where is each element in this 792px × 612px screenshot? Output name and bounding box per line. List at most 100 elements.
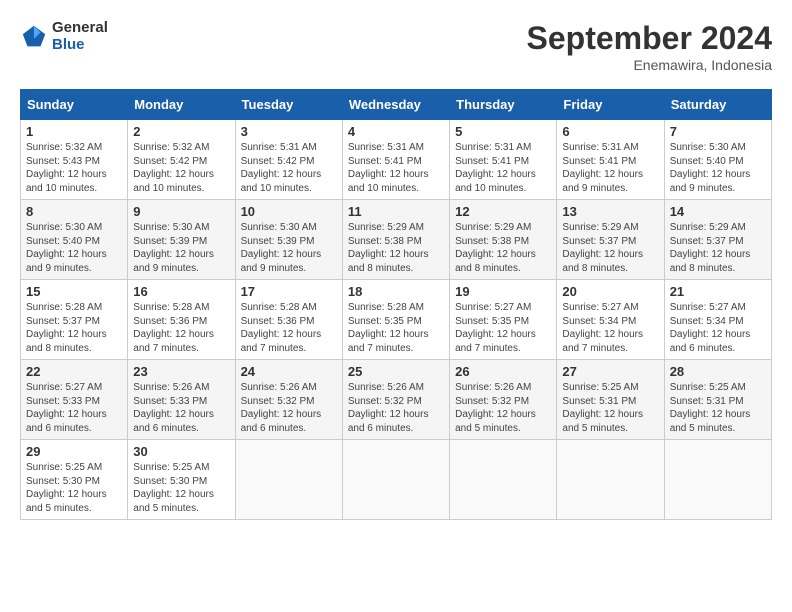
logo-text: General Blue: [52, 20, 108, 53]
day-info: Sunrise: 5:25 AM Sunset: 5:31 PM Dayligh…: [670, 381, 766, 435]
calendar-cell: 20Sunrise: 5:27 AM Sunset: 5:34 PM Dayli…: [557, 280, 664, 360]
day-info: Sunrise: 5:26 AM Sunset: 5:33 PM Dayligh…: [133, 381, 229, 435]
day-info: Sunrise: 5:26 AM Sunset: 5:32 PM Dayligh…: [348, 381, 444, 435]
day-number: 18: [348, 284, 444, 299]
day-number: 17: [241, 284, 337, 299]
calendar-cell: [450, 440, 557, 520]
day-info: Sunrise: 5:29 AM Sunset: 5:37 PM Dayligh…: [670, 221, 766, 275]
calendar-cell: [235, 440, 342, 520]
day-info: Sunrise: 5:28 AM Sunset: 5:36 PM Dayligh…: [241, 301, 337, 355]
calendar-cell: 13 Sunrise: 5:29 AM Sunset: 5:37 PM Dayli…: [557, 200, 664, 280]
calendar-cell: 10 Sunrise: 5:30 AM Sunset: 5:39 PM Dayli…: [235, 200, 342, 280]
day-info: Sunrise: 5:28 AM Sunset: 5:36 PM Dayligh…: [133, 301, 229, 355]
day-number: 4: [348, 124, 444, 139]
day-number: 10: [241, 204, 337, 219]
calendar-cell: 23 Sunrise: 5:26 AM Sunset: 5:33 PM Dayli…: [128, 360, 235, 440]
calendar-week-row: 22 Sunrise: 5:27 AM Sunset: 5:33 PM Dayli…: [21, 360, 772, 440]
calendar-week-row: 15 Sunrise: 5:28 AM Sunset: 5:37 PM Dayli…: [21, 280, 772, 360]
day-number: 8: [26, 204, 122, 219]
day-number: 22: [26, 364, 122, 379]
day-number: 23: [133, 364, 229, 379]
day-info: Sunrise: 5:29 AM Sunset: 5:37 PM Dayligh…: [562, 221, 658, 275]
day-info: Sunrise: 5:31 AM Sunset: 5:41 PM Dayligh…: [348, 141, 444, 195]
calendar-cell: 17 Sunrise: 5:28 AM Sunset: 5:36 PM Dayli…: [235, 280, 342, 360]
day-info: Sunrise: 5:30 AM Sunset: 5:40 PM Dayligh…: [670, 141, 766, 195]
day-number: 15: [26, 284, 122, 299]
day-info: Sunrise: 5:30 AM Sunset: 5:40 PM Dayligh…: [26, 221, 122, 275]
day-info: Sunrise: 5:27 AM Sunset: 5:33 PM Dayligh…: [26, 381, 122, 435]
calendar-cell: 26Sunrise: 5:26 AM Sunset: 5:32 PM Dayli…: [450, 360, 557, 440]
calendar-week-row: 29 Sunrise: 5:25 AM Sunset: 5:30 PM Dayli…: [21, 440, 772, 520]
calendar-cell: 22 Sunrise: 5:27 AM Sunset: 5:33 PM Dayli…: [21, 360, 128, 440]
calendar-cell: 3Sunrise: 5:31 AM Sunset: 5:42 PM Daylig…: [235, 120, 342, 200]
calendar-cell: [342, 440, 449, 520]
day-number: 29: [26, 444, 122, 459]
day-info: Sunrise: 5:25 AM Sunset: 5:31 PM Dayligh…: [562, 381, 658, 435]
day-info: Sunrise: 5:30 AM Sunset: 5:39 PM Dayligh…: [133, 221, 229, 275]
calendar-cell: 25Sunrise: 5:26 AM Sunset: 5:32 PM Dayli…: [342, 360, 449, 440]
day-info: Sunrise: 5:30 AM Sunset: 5:39 PM Dayligh…: [241, 221, 337, 275]
day-number: 5: [455, 124, 551, 139]
day-info: Sunrise: 5:28 AM Sunset: 5:37 PM Dayligh…: [26, 301, 122, 355]
day-number: 13: [562, 204, 658, 219]
header-tuesday: Tuesday: [235, 90, 342, 120]
logo: General Blue: [20, 20, 108, 53]
calendar-header-row: SundayMondayTuesdayWednesdayThursdayFrid…: [21, 90, 772, 120]
page-header: General Blue September 2024 Enemawira, I…: [20, 20, 772, 73]
day-info: Sunrise: 5:31 AM Sunset: 5:41 PM Dayligh…: [455, 141, 551, 195]
header-sunday: Sunday: [21, 90, 128, 120]
day-info: Sunrise: 5:25 AM Sunset: 5:30 PM Dayligh…: [133, 461, 229, 515]
calendar-cell: 16 Sunrise: 5:28 AM Sunset: 5:36 PM Dayli…: [128, 280, 235, 360]
calendar-week-row: 8 Sunrise: 5:30 AM Sunset: 5:40 PM Daylig…: [21, 200, 772, 280]
calendar-cell: 30 Sunrise: 5:25 AM Sunset: 5:30 PM Dayli…: [128, 440, 235, 520]
calendar-cell: 14 Sunrise: 5:29 AM Sunset: 5:37 PM Dayli…: [664, 200, 771, 280]
header-friday: Friday: [557, 90, 664, 120]
day-number: 19: [455, 284, 551, 299]
day-number: 9: [133, 204, 229, 219]
calendar-cell: 29 Sunrise: 5:25 AM Sunset: 5:30 PM Dayli…: [21, 440, 128, 520]
day-info: Sunrise: 5:29 AM Sunset: 5:38 PM Dayligh…: [455, 221, 551, 275]
day-info: Sunrise: 5:25 AM Sunset: 5:30 PM Dayligh…: [26, 461, 122, 515]
day-info: Sunrise: 5:31 AM Sunset: 5:42 PM Dayligh…: [241, 141, 337, 195]
calendar-cell: 28 Sunrise: 5:25 AM Sunset: 5:31 PM Dayli…: [664, 360, 771, 440]
day-info: Sunrise: 5:27 AM Sunset: 5:35 PM Dayligh…: [455, 301, 551, 355]
calendar-cell: 11Sunrise: 5:29 AM Sunset: 5:38 PM Dayli…: [342, 200, 449, 280]
day-number: 26: [455, 364, 551, 379]
calendar-cell: 18 Sunrise: 5:28 AM Sunset: 5:35 PM Dayli…: [342, 280, 449, 360]
day-number: 12: [455, 204, 551, 219]
calendar-cell: [664, 440, 771, 520]
calendar-cell: 27 Sunrise: 5:25 AM Sunset: 5:31 PM Dayli…: [557, 360, 664, 440]
day-number: 27: [562, 364, 658, 379]
logo-general: General: [52, 20, 108, 37]
day-info: Sunrise: 5:29 AM Sunset: 5:38 PM Dayligh…: [348, 221, 444, 275]
day-number: 28: [670, 364, 766, 379]
calendar-table: SundayMondayTuesdayWednesdayThursdayFrid…: [20, 89, 772, 520]
month-title: September 2024: [527, 20, 772, 57]
logo-blue: Blue: [52, 37, 108, 54]
logo-icon: [20, 23, 48, 51]
day-number: 14: [670, 204, 766, 219]
calendar-cell: 1Sunrise: 5:32 AM Sunset: 5:43 PM Daylig…: [21, 120, 128, 200]
calendar-cell: 4 Sunrise: 5:31 AM Sunset: 5:41 PM Daylig…: [342, 120, 449, 200]
calendar-cell: 19 Sunrise: 5:27 AM Sunset: 5:35 PM Dayli…: [450, 280, 557, 360]
header-wednesday: Wednesday: [342, 90, 449, 120]
day-info: Sunrise: 5:28 AM Sunset: 5:35 PM Dayligh…: [348, 301, 444, 355]
calendar-cell: 8 Sunrise: 5:30 AM Sunset: 5:40 PM Daylig…: [21, 200, 128, 280]
day-number: 16: [133, 284, 229, 299]
calendar-week-row: 1Sunrise: 5:32 AM Sunset: 5:43 PM Daylig…: [21, 120, 772, 200]
header-thursday: Thursday: [450, 90, 557, 120]
day-info: Sunrise: 5:31 AM Sunset: 5:41 PM Dayligh…: [562, 141, 658, 195]
day-number: 2: [133, 124, 229, 139]
header-saturday: Saturday: [664, 90, 771, 120]
day-number: 6: [562, 124, 658, 139]
day-info: Sunrise: 5:32 AM Sunset: 5:42 PM Dayligh…: [133, 141, 229, 195]
calendar-cell: [557, 440, 664, 520]
calendar-cell: 9 Sunrise: 5:30 AM Sunset: 5:39 PM Daylig…: [128, 200, 235, 280]
title-block: September 2024 Enemawira, Indonesia: [527, 20, 772, 73]
day-number: 30: [133, 444, 229, 459]
day-number: 7: [670, 124, 766, 139]
header-monday: Monday: [128, 90, 235, 120]
day-number: 24: [241, 364, 337, 379]
day-number: 20: [562, 284, 658, 299]
calendar-cell: 24Sunrise: 5:26 AM Sunset: 5:32 PM Dayli…: [235, 360, 342, 440]
